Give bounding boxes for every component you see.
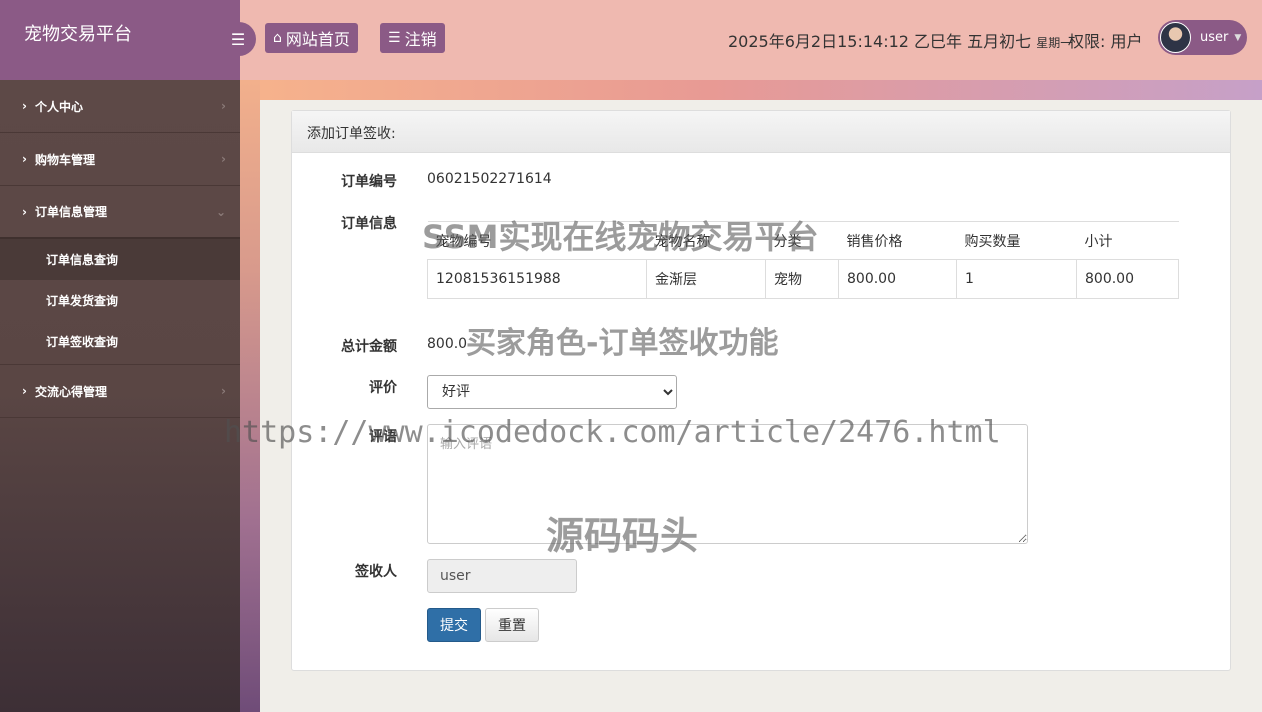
column-header: 销售价格 <box>838 221 957 260</box>
submit-button[interactable]: 提交 <box>427 608 481 642</box>
chevron-right-icon: › <box>22 204 27 219</box>
column-header: 宠物编号 <box>427 221 647 260</box>
chevron-right-icon: › <box>22 384 27 398</box>
chevron-right-icon: › <box>22 99 27 113</box>
column-header: 购买数量 <box>956 221 1077 260</box>
permission-text: 权限: 用户 <box>1068 32 1143 51</box>
comment-label: 评语 <box>369 429 397 445</box>
rating-select[interactable]: 好评 <box>427 375 677 409</box>
main-content: 添加订单签收: 订单编号 06021502271614 订单信息 宠物编号 宠物… <box>260 100 1262 712</box>
signer-label: 签收人 <box>355 564 397 580</box>
sidebar: 宠物交易平台 › 个人中心 › › 购物车管理 › › 订单信息管理 ⌄ 订单信… <box>0 0 240 712</box>
table-row: 12081536151988 金渐层 宠物 800.00 1 800.00 <box>427 259 1179 299</box>
reset-button[interactable]: 重置 <box>485 608 539 642</box>
submenu-item-receipt-query[interactable]: 订单签收查询 <box>0 321 240 362</box>
column-header: 宠物名称 <box>646 221 766 260</box>
comment-textarea[interactable] <box>427 424 1028 544</box>
submenu: 订单信息查询 订单发货查询 订单签收查询 <box>0 239 240 365</box>
top-header: ☰ ⌂ 网站首页 ☰ 注销 2025年6月2日15:14:12 乙巳年 五月初七… <box>220 0 1262 80</box>
caret-down-icon: ▼ <box>1234 32 1242 43</box>
rating-label: 评价 <box>369 380 397 396</box>
sidebar-gradient-strip <box>240 80 260 712</box>
header-gradient-bar <box>260 80 1262 100</box>
order-no-label: 订单编号 <box>341 174 397 190</box>
sidebar-item-experience[interactable]: › 交流心得管理 › <box>0 365 240 418</box>
submenu-item-shipping-query[interactable]: 订单发货查询 <box>0 280 240 321</box>
table-header-row: 宠物编号 宠物名称 分类 销售价格 购买数量 小计 <box>427 221 1179 260</box>
list-icon: ☰ <box>388 30 401 46</box>
column-header: 分类 <box>765 221 839 260</box>
sidebar-item-label: 购物车管理 <box>34 152 95 167</box>
signer-field[interactable] <box>427 559 577 593</box>
table-cell: 金渐层 <box>646 259 766 299</box>
avatar <box>1160 22 1191 53</box>
user-menu[interactable]: user ▼ <box>1158 20 1247 55</box>
home-button[interactable]: ⌂ 网站首页 <box>265 23 358 53</box>
table-cell: 800.00 <box>838 259 957 299</box>
chevron-right-icon: › <box>221 384 226 398</box>
home-icon: ⌂ <box>273 30 282 46</box>
sidebar-item-personal-center[interactable]: › 个人中心 › <box>0 80 240 133</box>
total-value: 800.0 <box>427 336 468 352</box>
order-info-label: 订单信息 <box>341 216 397 232</box>
brand-title: 宠物交易平台 <box>0 0 240 80</box>
order-no-value: 06021502271614 <box>427 171 552 187</box>
table-cell: 12081536151988 <box>427 259 647 299</box>
weekday-text: 星期一 <box>1036 36 1073 50</box>
table-cell: 800.00 <box>1076 259 1179 299</box>
order-receipt-panel: 添加订单签收: 订单编号 06021502271614 订单信息 宠物编号 宠物… <box>291 110 1231 671</box>
total-label: 总计金额 <box>341 339 397 355</box>
table-cell: 1 <box>956 259 1077 299</box>
submenu-item-order-query[interactable]: 订单信息查询 <box>0 239 240 280</box>
chevron-right-icon: › <box>22 152 27 166</box>
column-header: 小计 <box>1076 221 1179 260</box>
logout-button-label: 注销 <box>404 30 437 49</box>
sidebar-item-orders[interactable]: › 订单信息管理 ⌄ <box>0 186 240 239</box>
sidebar-item-cart[interactable]: › 购物车管理 › <box>0 133 240 186</box>
home-button-label: 网站首页 <box>285 30 350 49</box>
panel-title: 添加订单签收: <box>292 111 1230 153</box>
datetime-display: 2025年6月2日15:14:12 乙巳年 五月初七 星期一 <box>728 28 1072 52</box>
username: user <box>1200 30 1229 45</box>
table-cell: 宠物 <box>765 259 839 299</box>
datetime-text: 2025年6月2日15:14:12 乙巳年 五月初七 <box>728 32 1032 51</box>
chevron-right-icon: › <box>221 152 226 166</box>
sidebar-item-label: 订单信息管理 <box>34 205 107 219</box>
chevron-right-icon: › <box>221 99 226 113</box>
sidebar-item-label: 交流心得管理 <box>34 384 107 399</box>
chevron-down-icon: ⌄ <box>215 204 226 219</box>
order-items-table: 宠物编号 宠物名称 分类 销售价格 购买数量 小计 12081536151988… <box>427 221 1179 299</box>
sidebar-item-label: 个人中心 <box>34 99 83 114</box>
logout-button[interactable]: ☰ 注销 <box>380 23 445 53</box>
bars-icon[interactable]: ☰ <box>220 22 256 56</box>
